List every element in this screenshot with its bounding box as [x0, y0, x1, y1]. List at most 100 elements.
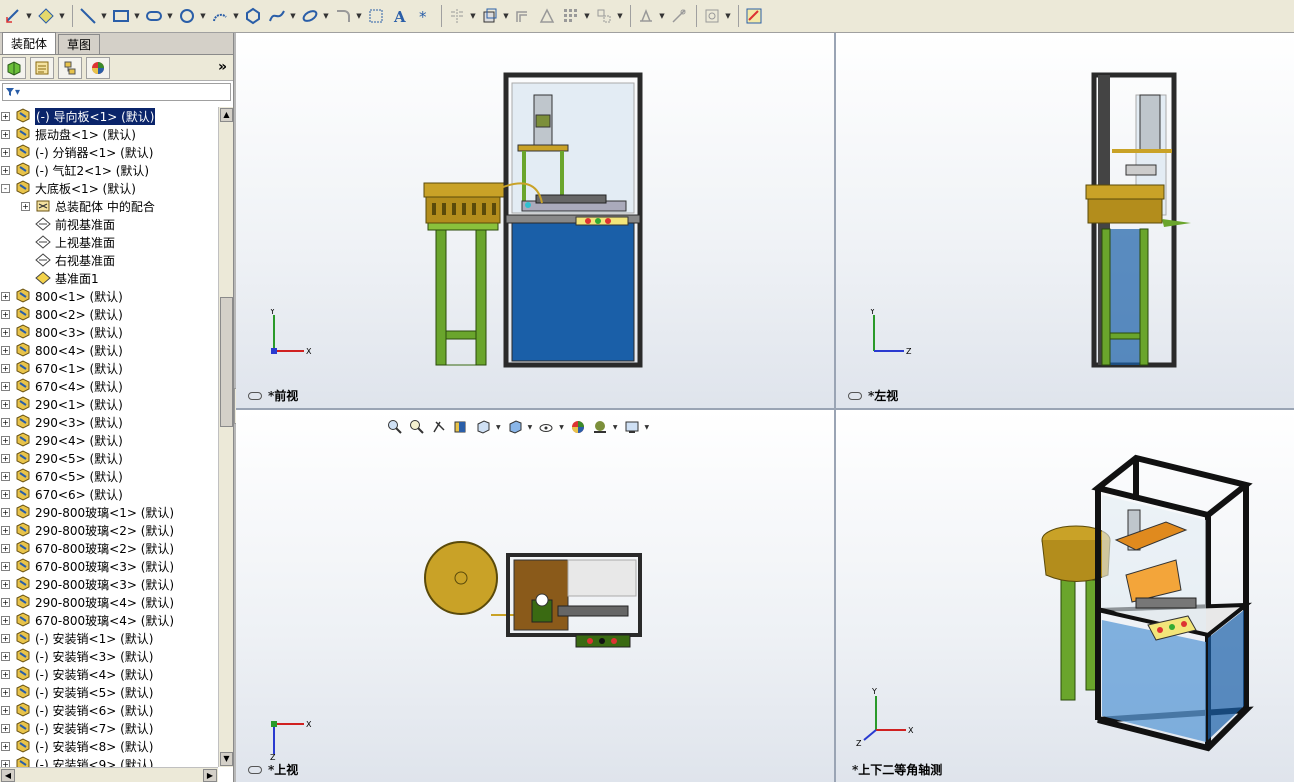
tree-item[interactable]: + (-) 气缸2<1> (默认): [0, 161, 218, 179]
chevron-down-icon[interactable]: ▼: [356, 5, 362, 27]
expand-toggle-icon[interactable]: +: [1, 615, 10, 625]
sketch-icon[interactable]: [35, 5, 57, 27]
tree-item[interactable]: +800<4> (默认): [0, 341, 218, 359]
expand-toggle-icon[interactable]: +: [1, 399, 10, 409]
chevron-down-icon[interactable]: ▼: [613, 424, 618, 431]
tree-item[interactable]: 前视基准面: [0, 215, 218, 233]
chevron-down-icon[interactable]: ▼: [645, 424, 650, 431]
trim-icon[interactable]: [536, 5, 558, 27]
tree-item[interactable]: +290-800玻璃<2> (默认): [0, 521, 218, 539]
tree-item[interactable]: + (-) 安装销<8> (默认): [0, 737, 218, 755]
expand-toggle-icon[interactable]: +: [1, 147, 10, 157]
viewport-isometric[interactable]: Y X Z *上下二等角轴测: [836, 410, 1294, 782]
expand-toggle-icon[interactable]: +: [1, 579, 10, 589]
chamfer-icon[interactable]: [365, 5, 387, 27]
link-views-icon[interactable]: [848, 391, 862, 400]
chevron-down-icon[interactable]: ▼: [559, 424, 564, 431]
move-entities-icon[interactable]: [593, 5, 615, 27]
expand-toggle-icon[interactable]: +: [1, 327, 10, 337]
link-views-icon[interactable]: [248, 765, 262, 774]
expand-toggle-icon[interactable]: +: [1, 471, 10, 481]
tree-item[interactable]: +290<1> (默认): [0, 395, 218, 413]
expand-toggle-icon[interactable]: +: [1, 507, 10, 517]
tree-item[interactable]: 基准面1: [0, 269, 218, 287]
expand-toggle-icon[interactable]: +: [1, 525, 10, 535]
tree-item[interactable]: + 总装配体 中的配合: [0, 197, 218, 215]
chevron-down-icon[interactable]: ▼: [323, 5, 329, 27]
viewport-left[interactable]: Y Z *左视: [836, 33, 1294, 408]
expand-toggle-icon[interactable]: +: [1, 723, 10, 733]
chevron-down-icon[interactable]: ▼: [528, 424, 533, 431]
tree-item[interactable]: +670-800玻璃<4> (默认): [0, 611, 218, 629]
chevron-down-icon[interactable]: ▼: [659, 5, 665, 27]
offset-entities-icon[interactable]: [512, 5, 534, 27]
previous-view-icon[interactable]: [430, 418, 448, 436]
collapse-toggle-icon[interactable]: -: [1, 183, 10, 193]
chevron-down-icon[interactable]: ▼: [290, 5, 296, 27]
viewport-horizontal-splitter[interactable]: [236, 408, 1294, 410]
tree-item[interactable]: +670<1> (默认): [0, 359, 218, 377]
mirror-icon[interactable]: [446, 5, 468, 27]
expand-toggle-icon[interactable]: +: [1, 759, 10, 767]
tree-item[interactable]: + 振动盘<1> (默认): [0, 125, 218, 143]
polygon-icon[interactable]: [242, 5, 264, 27]
expand-panel-button[interactable]: »: [218, 59, 227, 75]
viewport-top[interactable]: ▼ ▼ ▼ ▼ ▼ X Z *上视: [236, 410, 834, 782]
filter-dropdown-arrow[interactable]: ▾: [15, 87, 20, 98]
ellipse-icon[interactable]: [299, 5, 321, 27]
expand-toggle-icon[interactable]: +: [1, 345, 10, 355]
expand-toggle-icon[interactable]: +: [1, 561, 10, 571]
line-icon[interactable]: [77, 5, 99, 27]
chevron-down-icon[interactable]: ▼: [26, 5, 32, 27]
expand-toggle-icon[interactable]: +: [1, 363, 10, 373]
tree-item[interactable]: +290-800玻璃<4> (默认): [0, 593, 218, 611]
smart-dimension-icon[interactable]: [2, 5, 24, 27]
rapid-sketch-icon[interactable]: [743, 5, 765, 27]
expand-toggle-icon[interactable]: +: [1, 543, 10, 553]
display-relations-icon[interactable]: [635, 5, 657, 27]
tree-item[interactable]: + (-) 安装销<7> (默认): [0, 719, 218, 737]
tree-item[interactable]: + (-) 安装销<4> (默认): [0, 665, 218, 683]
chevron-down-icon[interactable]: ▼: [167, 5, 173, 27]
feature-manager-icon[interactable]: [2, 56, 26, 79]
chevron-down-icon[interactable]: ▼: [470, 5, 476, 27]
expand-toggle-icon[interactable]: +: [21, 201, 30, 211]
convert-entities-icon[interactable]: [479, 5, 501, 27]
tree-vertical-scrollbar[interactable]: ▲ ▼: [218, 107, 233, 767]
tree-item[interactable]: + (-) 安装销<1> (默认): [0, 629, 218, 647]
tree-item[interactable]: + (-) 安装销<9> (默认): [0, 755, 218, 767]
expand-toggle-icon[interactable]: +: [1, 489, 10, 499]
tree-item[interactable]: +800<1> (默认): [0, 287, 218, 305]
tree-item[interactable]: +670<5> (默认): [0, 467, 218, 485]
tab-sketch[interactable]: 草图: [58, 34, 101, 54]
chevron-down-icon[interactable]: ▼: [101, 5, 107, 27]
display-manager-icon[interactable]: [86, 56, 110, 79]
expand-toggle-icon[interactable]: +: [1, 669, 10, 679]
expand-toggle-icon[interactable]: +: [1, 165, 10, 175]
tree-horizontal-scrollbar[interactable]: ◀ ▶: [0, 767, 218, 782]
expand-toggle-icon[interactable]: +: [1, 741, 10, 751]
expand-toggle-icon[interactable]: +: [1, 651, 10, 661]
scroll-thumb[interactable]: [220, 297, 233, 427]
expand-toggle-icon[interactable]: +: [1, 291, 10, 301]
viewport-front[interactable]: Y X *前视: [236, 33, 834, 408]
expand-toggle-icon[interactable]: +: [1, 705, 10, 715]
tree-item[interactable]: +290-800玻璃<3> (默认): [0, 575, 218, 593]
view-orientation-icon[interactable]: [474, 418, 492, 436]
tree-item[interactable]: + (-) 安装销<6> (默认): [0, 701, 218, 719]
tree-item[interactable]: +290<4> (默认): [0, 431, 218, 449]
zoom-to-area-icon[interactable]: [408, 418, 426, 436]
property-manager-icon[interactable]: [30, 56, 54, 79]
tree-item[interactable]: + (-) 安装销<5> (默认): [0, 683, 218, 701]
fillet-icon[interactable]: [332, 5, 354, 27]
chevron-down-icon[interactable]: ▼: [725, 5, 731, 27]
hide-show-items-icon[interactable]: [537, 418, 555, 436]
expand-toggle-icon[interactable]: +: [1, 111, 10, 121]
tree-item[interactable]: + (-) 导向板<1> (默认): [0, 107, 218, 125]
quick-snaps-icon[interactable]: [701, 5, 723, 27]
tree-item[interactable]: +670-800玻璃<2> (默认): [0, 539, 218, 557]
scroll-down-arrow[interactable]: ▼: [220, 752, 233, 766]
repair-sketch-icon[interactable]: [668, 5, 690, 27]
tree-item[interactable]: +800<2> (默认): [0, 305, 218, 323]
expand-toggle-icon[interactable]: +: [1, 633, 10, 643]
